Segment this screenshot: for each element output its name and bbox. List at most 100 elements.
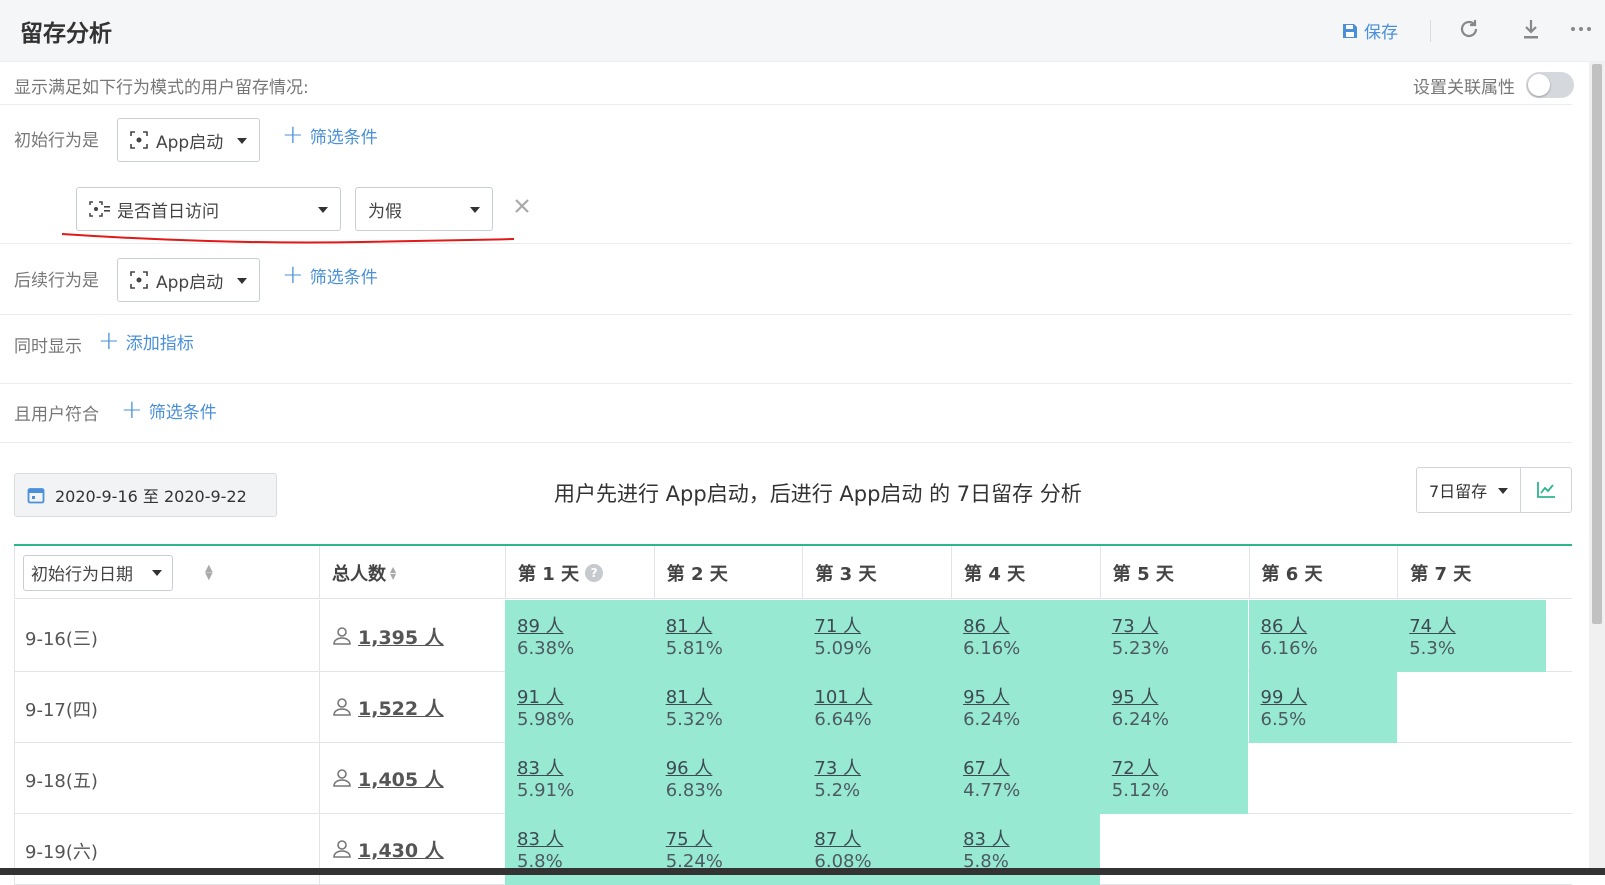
date-column-label: 初始行为日期 xyxy=(31,565,133,585)
retention-percent: 5.32% xyxy=(665,709,723,730)
retention-count[interactable]: 81 人 xyxy=(666,683,713,709)
download-icon[interactable] xyxy=(1518,16,1544,42)
table-header: 初始行为日期 ▲ ▼ 总人数 ▲ ▼ 第 1 天? 第 2 天 第 3 天 第 4 天 第 … xyxy=(14,546,1572,599)
retention-table: 初始行为日期 ▲ ▼ 总人数 ▲ ▼ 第 1 天? 第 2 天 第 3 天 第 4 天 第 … xyxy=(14,544,1572,885)
retention-count[interactable]: 83 人 xyxy=(963,825,1010,851)
row-total-value[interactable]: 1,430 人 xyxy=(358,836,444,863)
user-match-label: 且用户符合 xyxy=(14,405,99,425)
plus-icon: + xyxy=(98,326,120,356)
day-column-header: 第 1 天? xyxy=(505,546,654,599)
retention-percent: 4.77% xyxy=(963,780,1021,801)
retention-percent: 5.12% xyxy=(1111,780,1169,801)
link-attr-toggle[interactable] xyxy=(1526,72,1574,98)
initial-filter-label: 筛选条件 xyxy=(309,127,378,148)
add-metric-link[interactable]: + 添加指标 xyxy=(98,328,194,354)
retention-count[interactable]: 71 人 xyxy=(814,612,861,638)
date-range-picker[interactable]: 2020-9-16 至 2020-9-22 xyxy=(14,473,277,517)
user-icon xyxy=(333,627,351,645)
more-icon[interactable] xyxy=(1568,16,1594,42)
retention-count[interactable]: 95 人 xyxy=(963,683,1010,709)
retention-count[interactable]: 72 人 xyxy=(1112,754,1159,780)
retention-count[interactable]: 86 人 xyxy=(1261,612,1308,638)
initial-event-select[interactable]: App启动 xyxy=(117,118,260,162)
user-filter-link[interactable]: + 筛选条件 xyxy=(121,397,217,423)
sort-icon[interactable]: ▲ ▼ xyxy=(390,565,396,580)
bottom-bar xyxy=(0,868,1605,875)
event-icon xyxy=(130,131,148,149)
row-total-value[interactable]: 1,405 人 xyxy=(358,765,444,792)
retention-percent: 5.09% xyxy=(814,638,872,659)
following-filter-label: 筛选条件 xyxy=(309,267,378,288)
retention-count[interactable]: 83 人 xyxy=(517,825,564,851)
retention-count[interactable]: 96 人 xyxy=(666,754,713,780)
retention-period-select[interactable]: 7日留存 xyxy=(1416,467,1521,513)
retention-cell: 101 人 6.64% xyxy=(802,671,952,743)
retention-cell: 83 人 5.91% xyxy=(505,742,654,814)
total-column-label: 总人数 xyxy=(332,563,386,585)
filter-property-select[interactable]: 是否首日访问 xyxy=(76,187,341,231)
day-column-label: 第 7 天 xyxy=(1410,563,1472,585)
day-column-header: 第 3 天 xyxy=(802,546,951,599)
initial-label: 初始行为是 xyxy=(14,131,99,151)
retention-cell: 95 人 6.24% xyxy=(1099,671,1249,743)
retention-count[interactable]: 89 人 xyxy=(517,612,564,638)
retention-count[interactable]: 74 人 xyxy=(1409,612,1456,638)
following-event-select[interactable]: App启动 xyxy=(117,258,260,302)
retention-count[interactable]: 75 人 xyxy=(666,825,713,851)
line-chart-button[interactable] xyxy=(1520,467,1572,513)
retention-percent: 5.98% xyxy=(517,709,575,730)
retention-count[interactable]: 73 人 xyxy=(814,754,861,780)
initial-event-value: App启动 xyxy=(156,132,224,153)
row-total-value[interactable]: 1,395 人 xyxy=(358,623,444,650)
day-column-label: 第 4 天 xyxy=(964,563,1026,585)
row-total-value[interactable]: 1,522 人 xyxy=(358,694,444,721)
retention-count[interactable]: 67 人 xyxy=(963,754,1010,780)
retention-count[interactable]: 73 人 xyxy=(1112,612,1159,638)
following-filter-link[interactable]: + 筛选条件 xyxy=(282,262,378,288)
day-column-header: 第 6 天 xyxy=(1248,546,1398,599)
floppy-icon xyxy=(1343,23,1357,38)
retention-count[interactable]: 86 人 xyxy=(963,612,1010,638)
user-icon xyxy=(333,769,351,787)
retention-count[interactable]: 91 人 xyxy=(517,683,564,709)
save-button[interactable]: 保存 xyxy=(1342,18,1398,43)
retention-cell: 86 人 6.16% xyxy=(1248,600,1398,672)
total-column-header[interactable]: 总人数 ▲ ▼ xyxy=(319,546,505,599)
retention-count[interactable]: 83 人 xyxy=(517,754,564,780)
day-column-label: 第 6 天 xyxy=(1261,563,1323,585)
chevron-down-icon xyxy=(237,138,247,144)
retention-period-value: 7日留存 xyxy=(1429,482,1488,501)
row-date: 9-17(四) xyxy=(14,671,319,743)
date-column-header: 初始行为日期 ▲ ▼ xyxy=(14,546,319,599)
day-column-header: 第 4 天 xyxy=(951,546,1100,599)
plus-icon: + xyxy=(282,120,304,150)
filter-property-value: 是否首日访问 xyxy=(117,201,219,222)
retention-count[interactable]: 99 人 xyxy=(1261,683,1308,709)
table-row: 9-17(四) 1,522 人 91 人 5.98% 81 人 5.32% 101 人 6.6… xyxy=(14,671,1572,743)
retention-cell: 74 人 5.3% xyxy=(1397,600,1546,672)
following-event-value: App启动 xyxy=(156,272,224,293)
remove-filter-icon[interactable] xyxy=(513,197,531,219)
day-column-header: 第 7 天 xyxy=(1397,546,1546,599)
vertical-scrollbar[interactable] xyxy=(1589,62,1605,875)
filter-operator-select[interactable]: 为假 xyxy=(355,187,493,231)
following-label: 后续行为是 xyxy=(14,271,99,291)
scrollbar-thumb[interactable] xyxy=(1592,64,1602,624)
analysis-title: 用户先进行 App启动，后进行 App启动 的 7日留存 分析 xyxy=(554,482,1082,506)
retention-count[interactable]: 81 人 xyxy=(666,612,713,638)
initial-filter-link[interactable]: + 筛选条件 xyxy=(282,122,378,148)
retention-percent: 5.3% xyxy=(1409,638,1455,659)
retention-count[interactable]: 87 人 xyxy=(814,825,861,851)
sort-icon[interactable]: ▲ ▼ xyxy=(205,563,213,581)
help-icon[interactable]: ? xyxy=(585,563,604,582)
toolbar-divider xyxy=(1430,20,1431,42)
retention-cell: 71 人 5.09% xyxy=(802,600,952,672)
user-filter-label: 筛选条件 xyxy=(148,402,217,423)
retention-count[interactable]: 101 人 xyxy=(814,683,872,709)
date-column-select[interactable]: 初始行为日期 xyxy=(23,554,173,591)
refresh-icon[interactable] xyxy=(1456,16,1482,42)
retention-percent: 6.24% xyxy=(963,709,1021,730)
retention-percent: 6.16% xyxy=(963,638,1021,659)
retention-count[interactable]: 95 人 xyxy=(1112,683,1159,709)
retention-cell: 95 人 6.24% xyxy=(951,671,1100,743)
